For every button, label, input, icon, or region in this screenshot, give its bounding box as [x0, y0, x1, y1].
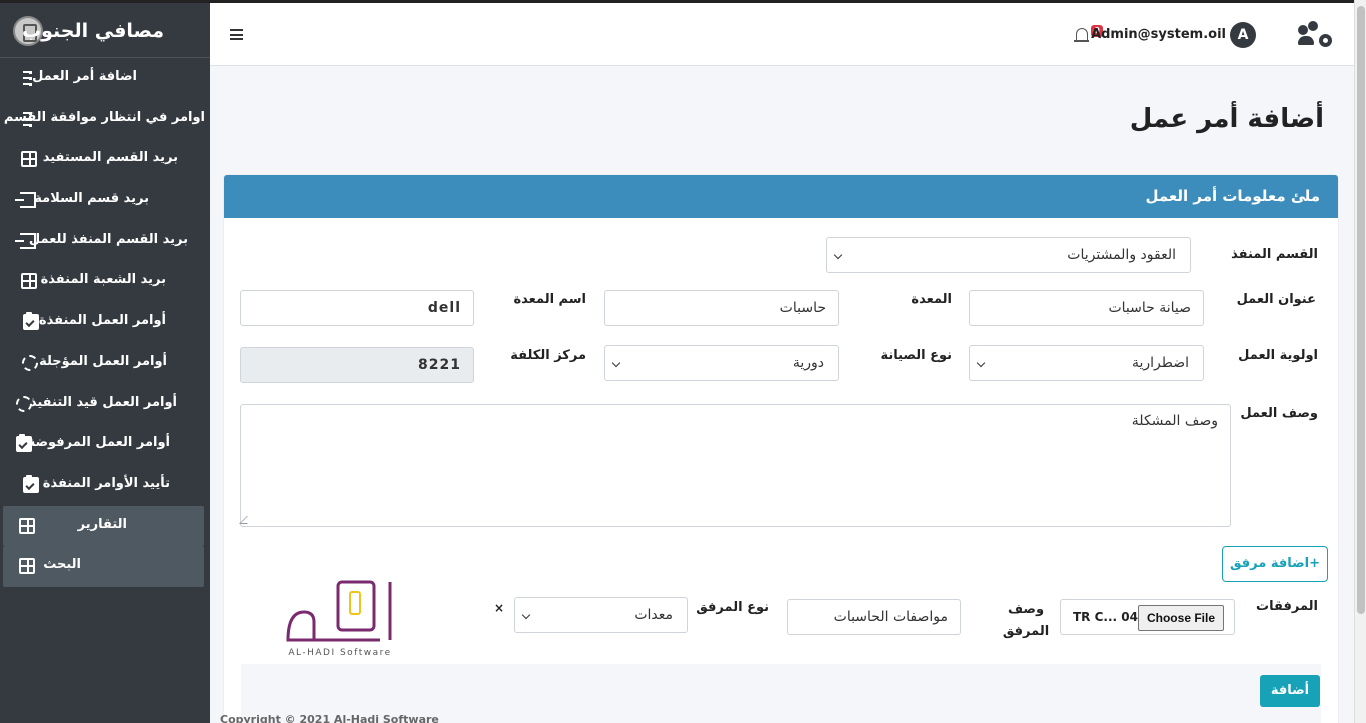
sidebar-nav: اضافة أمر العمل اوامر في انتظار موافقة ا… [0, 58, 210, 587]
sidebar-item-in-progress-orders[interactable]: أوامر العمل قيد التنفيذ [0, 384, 210, 425]
card-header: ملئ معلومات أمر العمل [224, 175, 1338, 218]
attachment-desc-input[interactable]: مواصفات الحاسبات [787, 599, 961, 635]
sidebar-item-label: بريد القسم المنفذ للعمل [28, 231, 188, 247]
exec-dept-label: القسم المنفذ [1231, 247, 1318, 262]
card-title: ملئ معلومات أمر العمل [1145, 187, 1320, 205]
sidebar-item-deferred-orders[interactable]: أوامر العمل المؤجلة [0, 343, 210, 384]
chevron-down-icon [976, 358, 986, 368]
sidebar-item-add-work-order[interactable]: اضافة أمر العمل [0, 58, 210, 99]
sidebar-item-label: التقارير [77, 516, 127, 532]
work-title-label: عنوان العمل [1236, 292, 1316, 307]
exec-dept-select[interactable]: العقود والمشتريات [826, 237, 1191, 273]
work-order-card: ملئ معلومات أمر العمل القسم المنفذ العقو… [224, 175, 1338, 723]
sidebar-item-label: أوامر العمل المرفوضة [27, 435, 170, 451]
sidebar-item-label: اوامر في انتظار موافقة القسم [3, 109, 205, 125]
sidebar-item-label: بريد القسم المستفيد [42, 150, 178, 166]
equipment-label: المعدة [911, 292, 952, 307]
user-email[interactable]: Admin@system.oil [1091, 27, 1226, 42]
sidebar-item-executed-orders[interactable]: أوامر العمل المنفذة [0, 302, 210, 343]
sidebar-item-beneficiary-mail[interactable]: بريد القسم المستفيد [0, 139, 210, 180]
equipment-input[interactable]: حاسبات [604, 290, 839, 326]
exec-dept-value: العقود والمشتريات [1067, 247, 1176, 263]
logo-caption: AL-HADI Software [288, 648, 392, 658]
grid-icon [21, 273, 37, 290]
sidebar-item-label: تأييد الأوامر المنفذة [42, 475, 170, 491]
top-navbar: 0 Admin@system.oil A [210, 0, 1354, 66]
vertical-scrollbar[interactable] [1354, 0, 1366, 723]
sidebar-item-search[interactable]: البحث [3, 546, 204, 587]
file-input[interactable]: TR C... 04 Choose File [1060, 599, 1235, 635]
priority-label: اولوية العمل [1238, 348, 1318, 363]
attachments-label: المرفقات [1256, 599, 1318, 614]
description-value: وصف المشكلة [1131, 413, 1218, 429]
cost-center-input: 8221 [240, 347, 474, 383]
grid-icon [19, 517, 35, 534]
chevron-down-icon [611, 358, 621, 368]
equipment-name-label: اسم المعدة [513, 292, 586, 307]
attachment-type-value: معدات [634, 607, 673, 623]
grid-icon [21, 151, 37, 168]
clipboard-check-icon [23, 474, 39, 493]
sidebar-item-rejected-orders[interactable]: أوامر العمل المرفوضة [0, 424, 210, 465]
file-name: TR C... 04 [1073, 610, 1138, 624]
resize-handle[interactable] [239, 516, 255, 524]
users-cog-icon[interactable] [1298, 21, 1332, 47]
sidebar-item-safety-mail[interactable]: بريد قسم السلامة [0, 180, 210, 221]
maint-type-select[interactable]: دورية [604, 345, 839, 381]
al-hadi-logo-mark [286, 580, 392, 642]
sidebar-item-label: بريد قسم السلامة [34, 191, 149, 207]
sidebar: مصافي الجنوب اضافة أمر العمل اوامر في ان… [0, 0, 210, 723]
attachment-type-select[interactable]: معدات [514, 597, 688, 633]
sidebar-item-branch-mail[interactable]: بريد الشعبة المنفذة [0, 261, 210, 302]
menu-toggle-icon[interactable] [230, 29, 243, 40]
scrollbar-thumb[interactable] [1357, 6, 1365, 614]
remove-attachment-icon[interactable]: × [494, 601, 504, 615]
attachment-type-label: نوع المرفق [696, 600, 769, 615]
sidebar-item-reports[interactable]: التقارير [3, 505, 204, 547]
sidebar-item-label: أوامر العمل المنفذة [38, 313, 166, 329]
sidebar-item-pending-dept[interactable]: اوامر في انتظار موافقة القسم [0, 99, 210, 140]
maint-type-value: دورية [792, 355, 824, 371]
maint-type-label: نوع الصيانة [880, 348, 952, 363]
sidebar-item-label: أوامر العمل المؤجلة [39, 353, 167, 369]
page-title: أضافة أمر عمل [1129, 104, 1324, 134]
description-textarea[interactable]: وصف المشكلة [239, 404, 1231, 527]
equipment-name-input[interactable]: dell [240, 290, 474, 326]
avatar[interactable]: A [1230, 22, 1256, 48]
cost-center-label: مركز الكلفة [510, 348, 586, 363]
list-icon [16, 70, 32, 86]
sidebar-item-exec-dept-mail[interactable]: بريد القسم المنفذ للعمل [0, 221, 210, 262]
add-attachment-button[interactable]: +اضافة مرفق [1222, 546, 1328, 582]
sidebar-item-confirm-executed[interactable]: تأييد الأوامر المنفذة [0, 465, 210, 506]
choose-file-button[interactable]: Choose File [1137, 605, 1224, 631]
submit-button[interactable]: أضافة [1260, 675, 1320, 707]
clipboard-check-icon [23, 312, 39, 331]
bell-icon[interactable] [1074, 26, 1091, 46]
copyright: Copyright © 2021 Al-Hadi Software [220, 713, 439, 723]
priority-value: اضطرارية [1131, 355, 1189, 371]
main-content: أضافة أمر عمل ملئ معلومات أمر العمل القس… [210, 66, 1354, 723]
priority-select[interactable]: اضطرارية [969, 345, 1204, 381]
work-title-input[interactable]: صيانة حاسبات [969, 290, 1204, 326]
brand[interactable]: مصافي الجنوب [0, 6, 210, 58]
sidebar-item-label: اضافة أمر العمل [32, 69, 137, 84]
recycle-icon [22, 354, 38, 371]
description-label: وصف العمل [1240, 406, 1318, 421]
chevron-down-icon [833, 250, 843, 260]
attachment-desc-label: وصف المرفق [1002, 602, 1050, 639]
sidebar-item-label: أوامر العمل قيد التنفيذ [29, 394, 177, 410]
sidebar-item-label: بريد الشعبة المنفذة [40, 272, 166, 288]
al-hadi-logo: AL-HADI Software [280, 578, 400, 660]
grid-icon [19, 558, 35, 575]
sidebar-item-label: البحث [43, 557, 81, 573]
chevron-down-icon [521, 610, 531, 620]
brand-title: مصافي الجنوب [22, 20, 164, 42]
